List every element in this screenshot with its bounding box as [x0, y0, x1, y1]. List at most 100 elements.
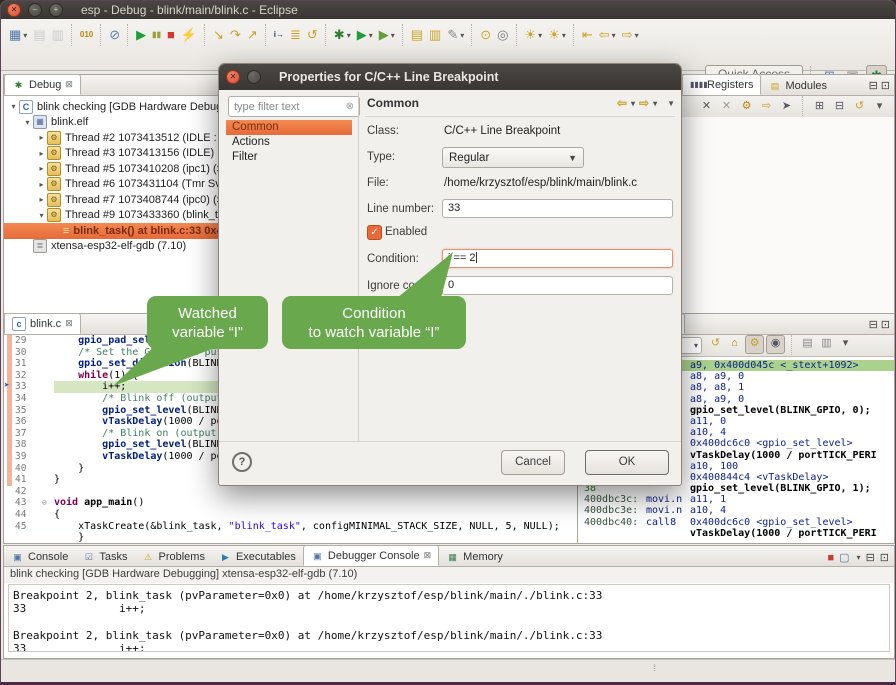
dialog-nav-filter[interactable]: Filter	[226, 150, 352, 165]
chevron-down-icon[interactable]: ▾	[694, 341, 698, 350]
clear-filter-icon[interactable]: ⊗	[346, 101, 354, 112]
bulb-next-button[interactable]: ☀▾	[523, 25, 545, 45]
add-register-group-icon[interactable]: ⇨	[758, 98, 775, 115]
window-minimize-icon[interactable]: –	[28, 3, 42, 17]
view-menu-icon[interactable]: ▾	[871, 98, 888, 115]
back-arrow-icon[interactable]: ⇦	[617, 96, 627, 110]
resume-button[interactable]: ▶	[134, 25, 148, 45]
expander-icon[interactable]: ▸	[36, 180, 47, 189]
dropdown-arrow-icon[interactable]: ▾	[562, 31, 566, 40]
filter-input[interactable]: type filter text ⊗	[228, 96, 360, 117]
open-resource-button[interactable]: ▥	[427, 25, 443, 45]
breakpoint-icon[interactable]: ➤	[4, 381, 9, 393]
chevron-down-icon[interactable]: ▾	[653, 99, 657, 108]
disconnect-button[interactable]: ⚡	[179, 25, 199, 45]
cancel-button[interactable]: Cancel	[501, 450, 565, 475]
close-icon[interactable]: ⊠	[65, 79, 73, 90]
view-menu-icon[interactable]: ▾	[837, 335, 854, 352]
enabled-checkbox[interactable]: ✓	[367, 225, 382, 240]
bulb-prev-button[interactable]: ☀▾	[546, 25, 568, 45]
expander-icon[interactable]: ▾	[22, 118, 33, 127]
annotate-button[interactable]: ✎▾	[445, 25, 466, 45]
tab-registers[interactable]: ▮▮▮▮ Registers	[682, 74, 761, 95]
fold-marker-icon[interactable]: ⊖	[42, 497, 47, 509]
editor-line[interactable]: }	[4, 532, 578, 543]
dropdown-arrow-icon[interactable]: ▾	[23, 31, 27, 40]
step-into-button[interactable]: ↘	[211, 25, 226, 45]
window-close-icon[interactable]: ✕	[7, 3, 21, 17]
line-number-input[interactable]: 33	[442, 199, 673, 218]
dropdown-arrow-icon[interactable]: ▾	[538, 31, 542, 40]
tab-memory[interactable]: ▦Memory	[439, 547, 510, 566]
close-icon[interactable]: ⊠	[424, 550, 432, 561]
editor-line[interactable]: 44{	[4, 509, 578, 521]
tab-modules[interactable]: ▤ Modules	[761, 76, 834, 95]
expander-icon[interactable]: ▾	[36, 211, 47, 220]
close-icon[interactable]: ⊠	[65, 318, 73, 329]
tab-console[interactable]: ▣Console	[4, 547, 75, 566]
dropdown-arrow-icon[interactable]: ▾	[391, 31, 395, 40]
memory-monitor-button[interactable]: ≣	[288, 25, 303, 45]
chevron-down-icon[interactable]: ▾	[631, 99, 635, 108]
editor-line[interactable]: 45 xTaskCreate(&blink_task, "blink_task"…	[4, 521, 578, 533]
save-all-button[interactable]: ▥	[50, 25, 66, 45]
new-wizard-button[interactable]: ▦▾	[7, 25, 29, 45]
skip-all-breakpoints-button[interactable]: ⊘	[107, 25, 122, 45]
forward-button[interactable]: ⇨▾	[620, 25, 641, 45]
expander-icon[interactable]: ▸	[36, 133, 47, 142]
binary-view-button[interactable]: 010	[78, 25, 95, 45]
refresh-icon[interactable]: ↺	[707, 335, 724, 352]
expander-icon[interactable]: ▸	[36, 195, 47, 204]
maximize-icon[interactable]: ⊡	[881, 318, 890, 331]
window-maximize-icon[interactable]: +	[49, 3, 63, 17]
refresh-icon[interactable]: ↺	[851, 98, 868, 115]
ignore-count-input[interactable]: 0	[442, 276, 673, 295]
expander-icon[interactable]: ▸	[36, 164, 47, 173]
instruction-stepping-button[interactable]: i→	[272, 25, 286, 45]
condition-input[interactable]: i == 2	[442, 249, 673, 268]
suspend-button[interactable]: ▮▮	[150, 25, 163, 45]
editor-line[interactable]: 43⊖void app_main()	[4, 497, 578, 509]
maximize-icon[interactable]: ⊡	[880, 551, 889, 564]
show-register-groups-icon[interactable]: ⚙	[738, 98, 755, 115]
dialog-minimize-icon[interactable]	[247, 70, 261, 84]
view-menu-icon[interactable]: ▼	[667, 99, 675, 108]
terminate-button[interactable]: ■	[165, 25, 177, 45]
expander-icon[interactable]: ▸	[36, 149, 47, 158]
console-output[interactable]: Breakpoint 2, blink_task (pvParameter=0x…	[8, 584, 890, 652]
dropdown-arrow-icon[interactable]: ▾	[857, 553, 861, 562]
display-selected-console-icon[interactable]: ▢	[839, 551, 849, 564]
last-edit-location-button[interactable]: ⇤	[580, 25, 595, 45]
dialog-nav-actions[interactable]: Actions	[226, 135, 352, 150]
dropdown-arrow-icon[interactable]: ▾	[635, 31, 639, 40]
minimize-icon[interactable]: ⊟	[866, 551, 875, 564]
debug-button[interactable]: ✱▾	[332, 25, 353, 45]
expander-icon[interactable]: ▾	[8, 102, 19, 111]
dropdown-arrow-icon[interactable]: ▾	[612, 31, 616, 40]
help-icon[interactable]: ?	[232, 452, 252, 472]
tab-blink-c[interactable]: c blink.c ⊠	[4, 313, 81, 334]
editor-line[interactable]: 42	[4, 486, 578, 498]
ok-button[interactable]: OK	[585, 450, 669, 475]
save-button[interactable]: ▤	[31, 25, 47, 45]
pin-view-icon[interactable]: ▥	[818, 335, 835, 352]
home-icon[interactable]: ⌂	[726, 335, 743, 352]
open-project-button[interactable]: ▤	[409, 25, 425, 45]
tab-tasks[interactable]: ☑Tasks	[75, 547, 134, 566]
run-button[interactable]: ▶▾	[355, 25, 375, 45]
back-button[interactable]: ⇦▾	[597, 25, 618, 45]
forward-arrow-icon[interactable]: ⇨	[639, 96, 649, 110]
dropdown-arrow-icon[interactable]: ▾	[347, 31, 351, 40]
step-over-button[interactable]: ↷	[228, 25, 243, 45]
maximize-icon[interactable]: ⊡	[881, 79, 890, 92]
sync-active-context-icon[interactable]: ⚙	[745, 335, 764, 354]
remove-selected-icon[interactable]: ✕	[698, 98, 715, 115]
dropdown-arrow-icon[interactable]: ▾	[460, 31, 464, 40]
open-new-view-icon[interactable]: ▤	[799, 335, 816, 352]
minimize-icon[interactable]: ⊟	[869, 79, 878, 92]
expand-all-icon[interactable]: ⊞	[811, 98, 828, 115]
track-expression-icon[interactable]: ◉	[766, 335, 785, 354]
collapse-all-icon[interactable]: ⊟	[831, 98, 848, 115]
tab-problems[interactable]: ⚠Problems	[134, 547, 211, 566]
tab-executables[interactable]: ▶Executables	[212, 547, 303, 566]
